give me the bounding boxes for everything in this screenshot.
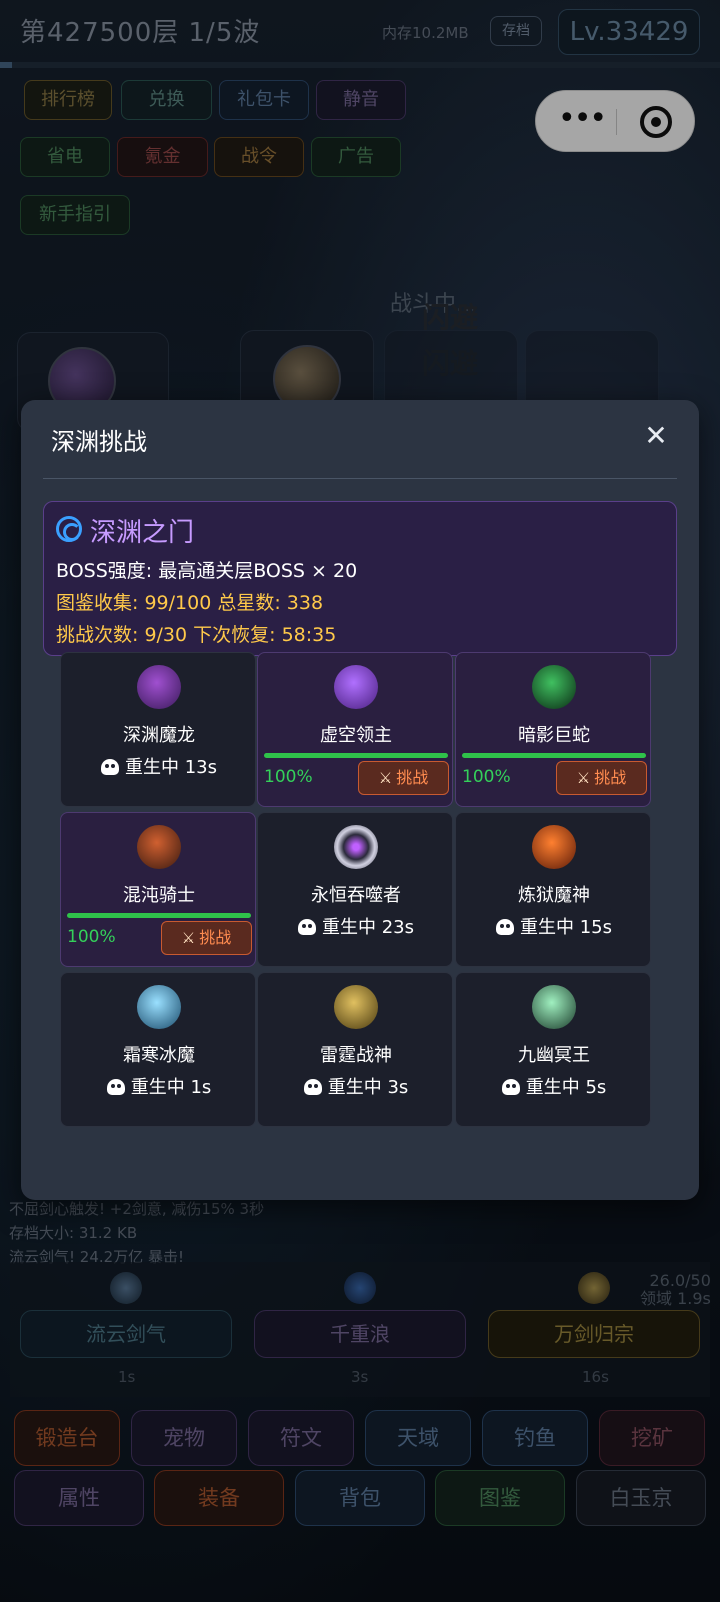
- respawn-status: 重生中 15s: [456, 913, 652, 939]
- boss-hp-fill: [264, 753, 448, 758]
- boss-hp-bar: [67, 913, 251, 918]
- respawn-status: 重生中 1s: [61, 1073, 257, 1099]
- divider: [43, 478, 677, 479]
- challenge-button[interactable]: ⚔ 挑战: [556, 761, 647, 795]
- collection-text: 图鉴收集: 99/100 总星数: 338: [56, 592, 324, 614]
- crossed-swords-icon: ⚔: [576, 769, 591, 787]
- boss-name: 霜寒冰魔: [123, 1045, 195, 1066]
- boss-card[interactable]: 永恒吞噬者重生中 23s: [257, 812, 453, 967]
- boss-name: 虚空领主: [320, 725, 392, 746]
- crossed-swords-icon: ⚔: [378, 769, 393, 787]
- boss-hp-bar: [462, 753, 646, 758]
- boss-hp-percent: 100%: [67, 927, 116, 947]
- boss-name: 永恒吞噬者: [311, 885, 401, 906]
- boss-card[interactable]: 霜寒冰魔重生中 1s: [60, 972, 256, 1127]
- inferno-demon-icon: [532, 825, 576, 869]
- skull-icon: [501, 1079, 520, 1095]
- boss-name: 深渊魔龙: [123, 725, 195, 746]
- boss-card[interactable]: 雷霆战神重生中 3s: [257, 972, 453, 1127]
- close-icon[interactable]: ✕: [641, 422, 671, 452]
- boss-card[interactable]: 混沌骑士 100% ⚔ 挑战: [60, 812, 256, 967]
- boss-card[interactable]: 深渊魔龙重生中 13s: [60, 652, 256, 807]
- chaos-knight-icon: [137, 825, 181, 869]
- skull-icon: [100, 759, 119, 775]
- challenge-label: 挑战: [396, 768, 429, 787]
- boss-name: 九幽冥王: [518, 1045, 590, 1066]
- boss-name: 混沌骑士: [123, 885, 195, 906]
- attempts-text: 挑战次数: 9/30 下次恢复: 58:35: [56, 624, 337, 646]
- respawn-status: 重生中 13s: [61, 753, 257, 779]
- challenge-button[interactable]: ⚔ 挑战: [161, 921, 252, 955]
- boss-hp-fill: [462, 753, 646, 758]
- boss-hp-bar: [264, 753, 448, 758]
- boss-hp-percent: 100%: [462, 767, 511, 787]
- thunder-god-icon: [334, 985, 378, 1029]
- challenge-button[interactable]: ⚔ 挑战: [358, 761, 449, 795]
- boss-card[interactable]: 虚空领主 100% ⚔ 挑战: [257, 652, 453, 807]
- modal-title: 深渊挑战: [51, 428, 147, 456]
- respawn-status: 重生中 5s: [456, 1073, 652, 1099]
- skull-icon: [106, 1079, 125, 1095]
- boss-name: 雷霆战神: [320, 1045, 392, 1066]
- boss-card[interactable]: 九幽冥王重生中 5s: [455, 972, 651, 1127]
- void-lord-icon: [334, 665, 378, 709]
- crossed-swords-icon: ⚔: [181, 929, 196, 947]
- boss-card[interactable]: 炼狱魔神重生中 15s: [455, 812, 651, 967]
- respawn-status: 重生中 3s: [258, 1073, 454, 1099]
- abyss-challenge-modal: 深渊挑战 ✕ 深渊之门 BOSS强度: 最高通关层BOSS × 20 图鉴收集:…: [21, 400, 699, 1200]
- challenge-label: 挑战: [199, 928, 232, 947]
- respawn-status: 重生中 23s: [258, 913, 454, 939]
- netherworld-king-icon: [532, 985, 576, 1029]
- boss-hp-fill: [67, 913, 251, 918]
- dragon-icon: [137, 665, 181, 709]
- abyss-gate-panel: 深渊之门 BOSS强度: 最高通关层BOSS × 20 图鉴收集: 99/100…: [43, 501, 677, 656]
- gate-title: 深渊之门: [90, 518, 195, 548]
- vortex-devourer-icon: [334, 825, 378, 869]
- boss-name: 暗影巨蛇: [518, 725, 590, 746]
- vortex-icon: [56, 516, 82, 542]
- boss-strength-text: BOSS强度: 最高通关层BOSS × 20: [56, 560, 358, 582]
- boss-name: 炼狱魔神: [518, 885, 590, 906]
- serpent-icon: [532, 665, 576, 709]
- frost-demon-icon: [137, 985, 181, 1029]
- skull-icon: [495, 919, 514, 935]
- boss-hp-percent: 100%: [264, 767, 313, 787]
- boss-card[interactable]: 暗影巨蛇 100% ⚔ 挑战: [455, 652, 651, 807]
- skull-icon: [303, 1079, 322, 1095]
- challenge-label: 挑战: [594, 768, 627, 787]
- skull-icon: [297, 919, 316, 935]
